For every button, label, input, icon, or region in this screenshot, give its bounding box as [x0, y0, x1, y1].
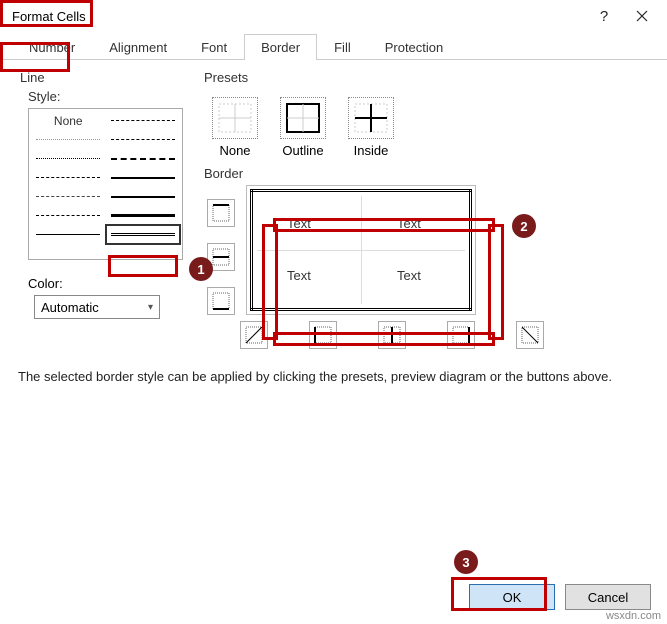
preview-cell: Text [397, 268, 421, 283]
tab-font[interactable]: Font [184, 34, 244, 60]
dialog-footer: OK Cancel [0, 578, 667, 624]
border-preview[interactable]: Text Text Text Text [246, 185, 476, 315]
border-diag-up-button[interactable] [240, 321, 268, 349]
border-middle-h-button[interactable] [207, 243, 235, 271]
dialog-title: Format Cells [8, 9, 90, 24]
color-value: Automatic [41, 300, 99, 315]
tab-number[interactable]: Number [12, 34, 92, 60]
line-style-opt[interactable] [106, 130, 181, 149]
line-style-double-selected[interactable] [106, 225, 181, 244]
dialog-content: Line Style: None [0, 60, 667, 578]
preset-outline[interactable]: Outline [280, 97, 326, 158]
border-left-button[interactable] [309, 321, 337, 349]
line-style-opt[interactable] [106, 111, 181, 130]
preset-inside-label: Inside [354, 143, 389, 158]
preset-none-label: None [219, 143, 250, 158]
preview-cell: Text [397, 216, 421, 231]
tab-strip: Number Alignment Font Border Fill Protec… [0, 32, 667, 60]
color-label: Color: [28, 276, 188, 291]
border-middle-v-button[interactable] [378, 321, 406, 349]
ok-button[interactable]: OK [469, 584, 555, 610]
preset-inside-icon [348, 97, 394, 139]
titlebar: Format Cells ? [0, 0, 667, 32]
border-diag-down-button[interactable] [516, 321, 544, 349]
border-top-button[interactable] [207, 199, 235, 227]
format-cells-dialog: Format Cells ? Number Alignment Font Bor… [0, 0, 667, 624]
line-style-opt[interactable] [31, 130, 106, 149]
color-dropdown[interactable]: Automatic ▾ [34, 295, 160, 319]
border-right-button[interactable] [447, 321, 475, 349]
presets-section-label: Presets [204, 70, 649, 85]
preset-outline-icon [280, 97, 326, 139]
preset-none[interactable]: None [212, 97, 258, 158]
close-button[interactable] [623, 2, 661, 30]
line-style-opt[interactable] [31, 187, 106, 206]
tab-border[interactable]: Border [244, 34, 317, 60]
line-style-opt[interactable] [106, 206, 181, 225]
preview-cell: Text [287, 216, 311, 231]
border-section-label: Border [204, 166, 649, 181]
tab-fill[interactable]: Fill [317, 34, 368, 60]
description-text: The selected border style can be applied… [18, 369, 649, 384]
line-style-opt[interactable] [31, 206, 106, 225]
line-style-opt[interactable] [106, 187, 181, 206]
chevron-down-icon: ▾ [148, 302, 153, 313]
line-style-opt[interactable] [31, 225, 106, 244]
line-style-grid[interactable]: None [28, 108, 183, 260]
preset-inside[interactable]: Inside [348, 97, 394, 158]
help-button[interactable]: ? [585, 2, 623, 30]
preview-cell: Text [287, 268, 311, 283]
line-style-opt[interactable] [106, 168, 181, 187]
border-bottom-button[interactable] [207, 287, 235, 315]
tab-protection[interactable]: Protection [368, 34, 461, 60]
line-style-none[interactable]: None [31, 111, 106, 130]
line-style-opt[interactable] [106, 149, 181, 168]
cancel-button[interactable]: Cancel [565, 584, 651, 610]
preset-outline-label: Outline [282, 143, 323, 158]
style-label: Style: [28, 89, 188, 104]
line-section-label: Line [20, 70, 188, 85]
line-style-opt[interactable] [31, 149, 106, 168]
close-icon [636, 10, 648, 22]
line-style-opt[interactable] [31, 168, 106, 187]
tab-alignment[interactable]: Alignment [92, 34, 184, 60]
preset-none-icon [212, 97, 258, 139]
watermark: wsxdn.com [606, 610, 661, 622]
